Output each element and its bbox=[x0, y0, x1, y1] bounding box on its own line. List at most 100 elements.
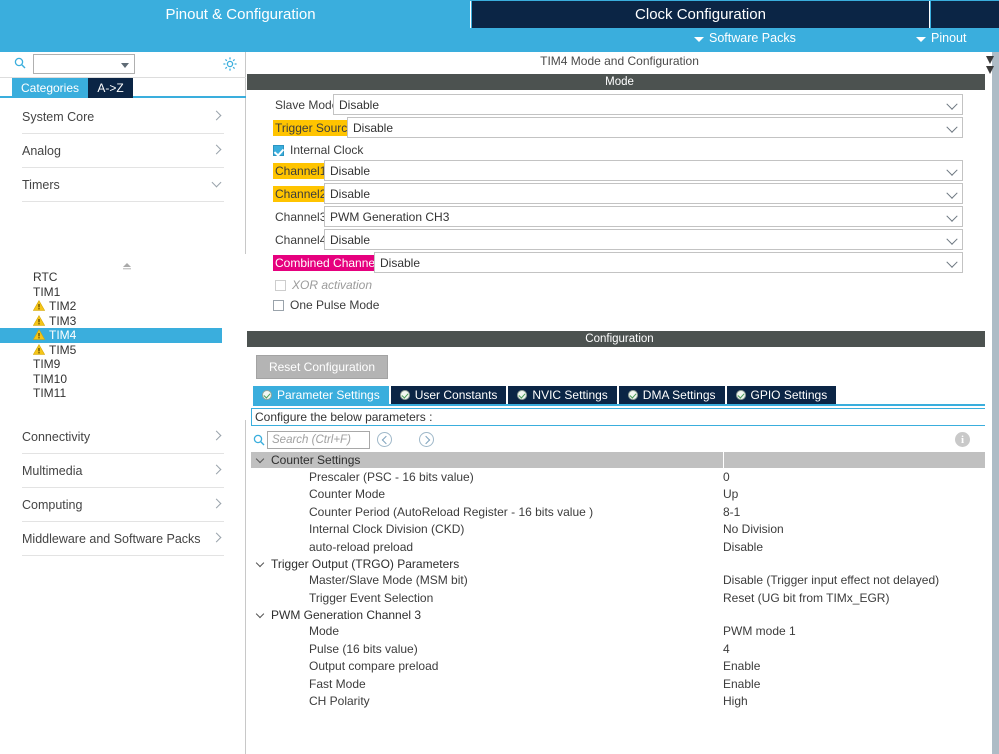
tab-dma-settings[interactable]: DMA Settings bbox=[618, 386, 725, 404]
table-row[interactable]: Counter Period (AutoReload Register - 16… bbox=[251, 503, 988, 521]
param-name: Mode bbox=[309, 624, 340, 639]
tab-a-to-z-label: A->Z bbox=[97, 81, 124, 95]
sidebar-item-computing[interactable]: Computing bbox=[22, 488, 224, 522]
table-row[interactable]: auto-reload preload Disable bbox=[251, 538, 988, 556]
sidebar-search-combo[interactable] bbox=[33, 54, 135, 74]
timer-item-tim2-label: TIM2 bbox=[49, 299, 77, 314]
tab-overflow[interactable] bbox=[931, 1, 999, 28]
select-channel2[interactable]: Disable bbox=[324, 183, 963, 204]
tab-user-constants-label: User Constants bbox=[414, 388, 498, 402]
chevron-right-icon bbox=[211, 144, 222, 155]
table-row[interactable]: Counter Mode Up bbox=[251, 485, 988, 503]
select-channel1-value: Disable bbox=[330, 164, 371, 178]
menu-software-packs[interactable]: Software Packs bbox=[694, 31, 796, 45]
table-row[interactable]: Mode PWM mode 1 bbox=[251, 622, 988, 640]
tab-clock-configuration[interactable]: Clock Configuration bbox=[472, 1, 930, 28]
content-right-edge bbox=[985, 52, 992, 754]
menu-software-packs-label: Software Packs bbox=[709, 31, 796, 45]
select-trigger-source-value: Disable bbox=[353, 121, 394, 135]
timer-item-tim3[interactable]: TIM3 bbox=[0, 314, 246, 329]
mode-section-label: Mode bbox=[605, 76, 634, 88]
select-channel1[interactable]: Disable bbox=[324, 160, 963, 181]
param-group-trigger-output[interactable]: Trigger Output (TRGO) Parameters bbox=[251, 555, 988, 572]
checkbox-one-pulse-mode-label: One Pulse Mode bbox=[290, 298, 380, 312]
table-row[interactable]: Pulse (16 bits value) 4 bbox=[251, 640, 988, 658]
tab-gpio-settings[interactable]: GPIO Settings bbox=[726, 386, 837, 404]
timer-item-tim1[interactable]: TIM1 bbox=[0, 285, 246, 300]
param-name: Prescaler (PSC - 16 bits value) bbox=[309, 469, 474, 484]
select-trigger-source[interactable]: Disable bbox=[347, 117, 963, 138]
chevron-right-icon bbox=[211, 430, 222, 441]
select-channel4[interactable]: Disable bbox=[324, 229, 963, 250]
checkbox-one-pulse-mode[interactable]: One Pulse Mode bbox=[247, 295, 992, 315]
sidebar-item-multimedia[interactable]: Multimedia bbox=[22, 454, 224, 488]
table-row[interactable]: Prescaler (PSC - 16 bits value) 0 bbox=[251, 468, 988, 486]
timer-item-tim10[interactable]: TIM10 bbox=[0, 372, 246, 387]
configuration-pane: TIM4 Mode and Configuration Mode Slave M… bbox=[247, 52, 992, 754]
timer-item-tim2[interactable]: TIM2 bbox=[0, 299, 246, 314]
timer-item-tim11[interactable]: TIM11 bbox=[0, 386, 246, 401]
next-match-button[interactable] bbox=[419, 432, 434, 447]
search-icon bbox=[14, 57, 26, 69]
sidebar-item-system-core[interactable]: System Core bbox=[22, 100, 224, 134]
select-channel3[interactable]: PWM Generation CH3 bbox=[324, 206, 963, 227]
chevron-right-icon bbox=[211, 498, 222, 509]
table-row[interactable]: Fast Mode Enable bbox=[251, 675, 988, 693]
timer-item-rtc[interactable]: RTC bbox=[0, 270, 246, 285]
sidebar-item-connectivity[interactable]: Connectivity bbox=[22, 420, 224, 454]
sidebar-item-analog[interactable]: Analog bbox=[22, 134, 224, 168]
chevron-down-icon bbox=[946, 256, 958, 268]
parameter-search-input[interactable]: Search (Ctrl+F) bbox=[267, 431, 370, 449]
select-combined-channels-value: Disable bbox=[380, 256, 421, 270]
checkbox-one-pulse-mode-box bbox=[273, 299, 284, 311]
param-name: Internal Clock Division (CKD) bbox=[309, 522, 465, 537]
tab-categories-label: Categories bbox=[20, 81, 80, 95]
timers-peripheral-panel: RTC TIM1 TIM2 TIM3 TIM4 TIM5 TIM9 TIM10 … bbox=[0, 254, 246, 420]
select-combined-channels[interactable]: Disable bbox=[374, 252, 963, 273]
param-group-pwm-generation-channel-3[interactable]: PWM Generation Channel 3 bbox=[251, 606, 988, 623]
tab-parameter-settings[interactable]: Parameter Settings bbox=[253, 386, 389, 404]
info-icon[interactable]: i bbox=[955, 432, 970, 447]
table-row[interactable]: Internal Clock Division (CKD) No Divisio… bbox=[251, 520, 988, 538]
table-row[interactable]: Output compare preload Enable bbox=[251, 657, 988, 675]
gear-icon[interactable] bbox=[222, 56, 238, 75]
table-row[interactable]: Trigger Event Selection Reset (UG bit fr… bbox=[251, 589, 988, 607]
chevron-down-icon bbox=[211, 177, 222, 188]
tab-categories[interactable]: Categories bbox=[12, 78, 88, 98]
tab-a-to-z[interactable]: A->Z bbox=[88, 78, 133, 98]
timer-item-tim4[interactable]: TIM4 bbox=[0, 328, 222, 343]
timer-item-tim10-label: TIM10 bbox=[33, 371, 68, 386]
scroll-up-icon[interactable] bbox=[120, 260, 134, 270]
param-value: No Division bbox=[723, 522, 784, 537]
tab-pinout-and-configuration[interactable]: Pinout & Configuration bbox=[11, 1, 471, 28]
chevron-down-icon bbox=[946, 164, 958, 176]
tab-user-constants[interactable]: User Constants bbox=[390, 386, 507, 404]
select-slave-mode[interactable]: Disable bbox=[333, 94, 963, 115]
sidebar-item-middleware[interactable]: Middleware and Software Packs bbox=[22, 522, 224, 556]
sidebar-search-row bbox=[0, 52, 246, 78]
param-value: Disable (Trigger input effect not delaye… bbox=[723, 573, 940, 588]
chevron-down-icon bbox=[946, 210, 958, 222]
vertical-scrollbar[interactable] bbox=[992, 52, 999, 754]
timer-item-tim5-label: TIM5 bbox=[49, 342, 77, 357]
previous-match-button[interactable] bbox=[377, 432, 392, 447]
reset-configuration-button[interactable]: Reset Configuration bbox=[256, 355, 388, 379]
menu-pinout[interactable]: Pinout bbox=[916, 31, 966, 45]
table-row[interactable]: Master/Slave Mode (MSM bit) Disable (Tri… bbox=[251, 571, 988, 589]
parameter-table: Counter Settings Prescaler (PSC - 16 bit… bbox=[251, 452, 988, 710]
parameter-search-toolbar: Search (Ctrl+F) i bbox=[247, 428, 992, 452]
checkbox-xor-activation: XOR activation bbox=[247, 275, 992, 295]
row-combined-channels: Combined Channels Disable bbox=[247, 252, 992, 273]
label-slave-mode: Slave Mode bbox=[275, 98, 339, 112]
sidebar-item-timers[interactable]: Timers bbox=[22, 168, 224, 202]
timer-item-tim9[interactable]: TIM9 bbox=[0, 357, 246, 372]
timer-item-tim4-label: TIM4 bbox=[49, 328, 77, 343]
param-group-counter-settings[interactable]: Counter Settings bbox=[251, 452, 988, 468]
tab-nvic-settings[interactable]: NVIC Settings bbox=[508, 386, 617, 404]
table-row[interactable]: CH Polarity High bbox=[251, 692, 988, 710]
chevron-down-icon bbox=[946, 187, 958, 199]
row-channel1: Channel1 Disable bbox=[247, 160, 992, 181]
timer-item-tim5[interactable]: TIM5 bbox=[0, 343, 246, 358]
checkbox-internal-clock[interactable]: Internal Clock bbox=[247, 140, 992, 160]
timer-item-tim9-label: TIM9 bbox=[33, 357, 61, 372]
